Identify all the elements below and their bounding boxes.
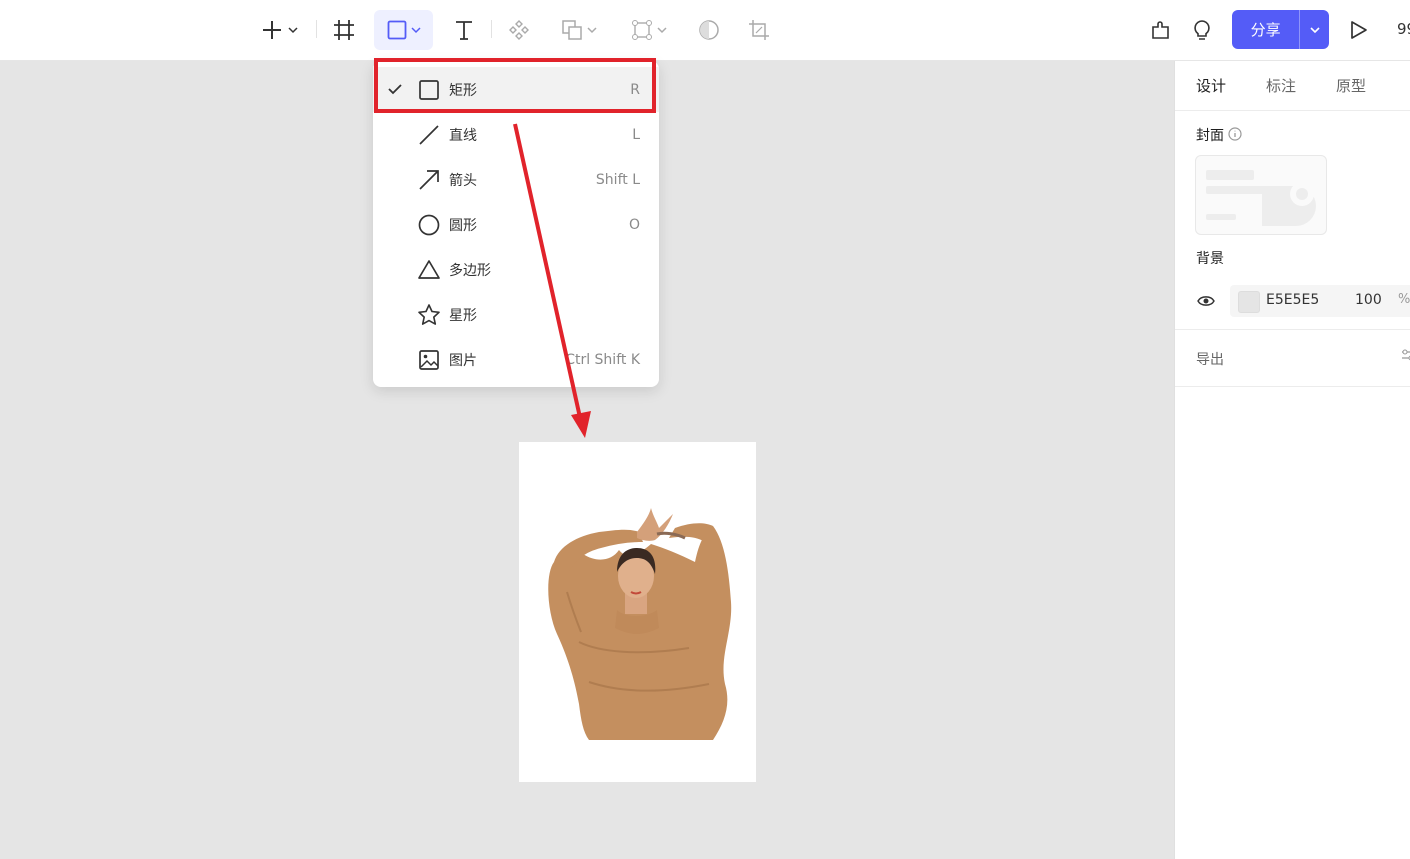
background-opacity-input[interactable]: 100 <box>1355 292 1382 308</box>
properties-panel: 设计 标注 原型 封面 背景 E5E5E5 100 % 导出 <box>1174 61 1410 859</box>
tab-annotation[interactable]: 标注 <box>1266 75 1296 96</box>
percent-symbol: % <box>1398 292 1410 307</box>
cover-label: 封面 <box>1196 128 1224 144</box>
export-settings-icon[interactable] <box>1401 347 1410 363</box>
divider <box>1175 386 1410 387</box>
cover-thumbnail[interactable] <box>1195 155 1327 235</box>
export-label: 导出 <box>1196 352 1224 368</box>
tab-design[interactable]: 设计 <box>1196 75 1226 96</box>
background-hex-input[interactable]: E5E5E5 <box>1266 292 1319 308</box>
tab-prototype[interactable]: 原型 <box>1336 75 1366 96</box>
background-label: 背景 <box>1196 251 1224 267</box>
background-color-row[interactable]: E5E5E5 100 % <box>1230 285 1410 317</box>
info-icon[interactable] <box>1228 127 1242 141</box>
eye-icon[interactable] <box>1197 294 1215 308</box>
color-swatch[interactable] <box>1238 291 1260 313</box>
divider <box>1175 329 1410 330</box>
cover-placeholder-icon <box>1206 170 1316 226</box>
divider <box>1175 110 1410 111</box>
